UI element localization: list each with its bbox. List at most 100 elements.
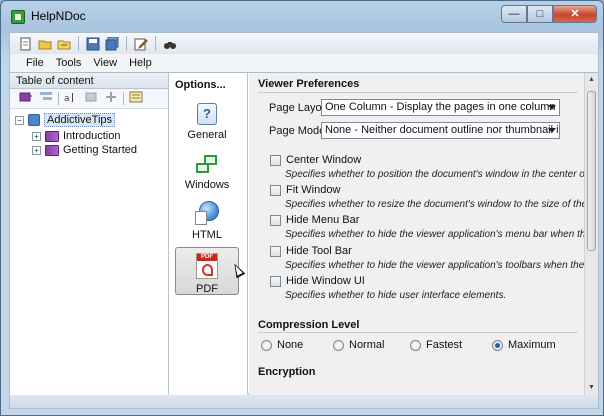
expand-icon[interactable]: +	[32, 131, 41, 141]
scrollbar-thumb[interactable]	[587, 91, 596, 251]
tree-item-label: Introduction	[63, 130, 121, 142]
compression-none-radio[interactable]: None	[261, 339, 303, 351]
hide-menu-bar-checkbox[interactable]: Hide Menu Bar	[270, 214, 359, 226]
menu-help[interactable]: Help	[127, 57, 154, 69]
book-icon	[45, 144, 59, 156]
tree-item-root[interactable]: − AddictiveTips	[10, 113, 168, 127]
save-all-icon[interactable]	[104, 36, 120, 52]
project-icon	[28, 114, 40, 126]
center-window-checkbox[interactable]: Center Window	[270, 154, 361, 166]
option-pdf[interactable]: PDF PDF	[175, 247, 239, 295]
add-topic-icon[interactable]	[18, 91, 34, 106]
scroll-down-icon[interactable]: ▼	[585, 381, 598, 395]
help-icon: ?	[197, 103, 217, 125]
page-layout-value: One Column - Display the pages in one co…	[325, 101, 556, 113]
page-mode-value: None - Neither document outline nor thum…	[325, 124, 559, 136]
tree-item-introduction[interactable]: + Introduction	[10, 129, 168, 143]
checkbox-description: Specifies whether to resize the document…	[285, 199, 598, 210]
new-file-icon[interactable]	[18, 36, 34, 52]
rename-topic-icon[interactable]: a	[63, 91, 79, 106]
settings-scrollbar[interactable]: ▲ ▼	[584, 73, 598, 395]
toc-header: Table of content	[10, 73, 168, 89]
toolbar-separator	[155, 36, 156, 51]
toc-toolbar-separator	[58, 92, 59, 105]
page-mode-select[interactable]: None - Neither document outline nor thum…	[321, 122, 560, 139]
edit-icon[interactable]	[133, 36, 149, 52]
option-html[interactable]: HTML	[175, 201, 239, 249]
menu-file[interactable]: File	[24, 57, 46, 69]
radio-button[interactable]	[410, 339, 421, 351]
maximize-button[interactable]: □	[527, 5, 553, 23]
toc-tree: − AddictiveTips + Introduction + Getting…	[10, 109, 168, 157]
section-divider	[258, 332, 578, 333]
delete-topic-icon[interactable]	[83, 91, 99, 106]
collapse-icon[interactable]: −	[15, 115, 24, 125]
topic-properties-icon[interactable]	[128, 91, 144, 106]
radio-button[interactable]	[333, 339, 344, 351]
compression-fastest-radio[interactable]: Fastest	[410, 339, 462, 351]
option-label: PDF	[196, 283, 218, 295]
app-window: HelpNDoc — □ ✕ File Tools View Help Tabl…	[0, 0, 604, 416]
fit-window-checkbox[interactable]: Fit Window	[270, 184, 340, 196]
save-icon[interactable]	[85, 36, 101, 52]
add-child-topic-icon[interactable]	[38, 91, 54, 106]
radio-button[interactable]	[261, 339, 272, 351]
minimize-button[interactable]: —	[501, 5, 527, 23]
radio-button-selected[interactable]	[492, 339, 503, 351]
settings-panel: Viewer Preferences Page Layout: One Colu…	[249, 73, 598, 395]
viewer-preferences-title: Viewer Preferences	[258, 78, 360, 90]
tree-item-getting-started[interactable]: + Getting Started	[10, 143, 168, 157]
page-mode-label: Page Mode:	[269, 125, 329, 137]
menu-view[interactable]: View	[91, 57, 119, 69]
close-button[interactable]: ✕	[553, 5, 597, 23]
option-general[interactable]: ? General	[175, 103, 239, 151]
encryption-title: Encryption	[258, 366, 316, 378]
options-title: Options...	[175, 79, 226, 91]
checkbox-box[interactable]	[270, 184, 281, 196]
app-logo-icon	[11, 10, 25, 24]
toc-panel: Table of content a − AddictiveTips + Int…	[10, 73, 169, 395]
chevron-down-icon	[548, 128, 556, 133]
option-windows[interactable]: Windows	[175, 155, 239, 203]
compression-maximum-radio[interactable]: Maximum	[492, 339, 556, 351]
checkbox-box[interactable]	[270, 154, 281, 166]
title-bar[interactable]: HelpNDoc — □ ✕	[1, 1, 603, 31]
open-recent-icon[interactable]	[56, 36, 72, 52]
tree-item-label: AddictiveTips	[44, 113, 116, 127]
page-layout-select[interactable]: One Column - Display the pages in one co…	[321, 99, 560, 116]
radio-label: Maximum	[508, 339, 556, 351]
checkbox-label: Fit Window	[286, 184, 341, 196]
option-label: HTML	[192, 229, 222, 241]
compression-normal-radio[interactable]: Normal	[333, 339, 384, 351]
caption-buttons: — □ ✕	[501, 5, 597, 23]
option-label: Windows	[184, 179, 230, 191]
svg-text:a: a	[64, 94, 70, 103]
compression-level-title: Compression Level	[258, 319, 360, 331]
hide-tool-bar-checkbox[interactable]: Hide Tool Bar	[270, 245, 352, 257]
move-topic-icon[interactable]	[103, 91, 119, 106]
radio-label: Fastest	[426, 339, 463, 351]
checkbox-box[interactable]	[270, 245, 281, 257]
radio-label: Normal	[349, 339, 385, 351]
main-toolbar	[9, 32, 599, 54]
pdf-icon: PDF	[196, 253, 218, 279]
checkbox-label: Hide Tool Bar	[286, 245, 352, 257]
book-icon	[45, 130, 59, 142]
toolbar-separator	[78, 36, 79, 51]
chevron-down-icon	[548, 105, 556, 110]
hide-window-ui-checkbox[interactable]: Hide Window UI	[270, 275, 365, 287]
checkbox-description: Specifies whether to hide the viewer app…	[285, 260, 598, 271]
checkbox-box[interactable]	[270, 275, 281, 287]
option-label: General	[187, 129, 227, 141]
toc-toolbar: a	[10, 89, 168, 109]
scroll-up-icon[interactable]: ▲	[585, 73, 598, 87]
expand-icon[interactable]: +	[32, 145, 41, 155]
checkbox-box[interactable]	[270, 214, 281, 226]
menu-tools[interactable]: Tools	[54, 57, 84, 69]
radio-label: None	[277, 339, 304, 351]
toc-toolbar-separator	[123, 92, 124, 105]
windows-icon	[196, 155, 218, 175]
open-folder-icon[interactable]	[37, 36, 53, 52]
tree-item-label: Getting Started	[63, 144, 137, 156]
find-icon[interactable]	[162, 36, 178, 52]
